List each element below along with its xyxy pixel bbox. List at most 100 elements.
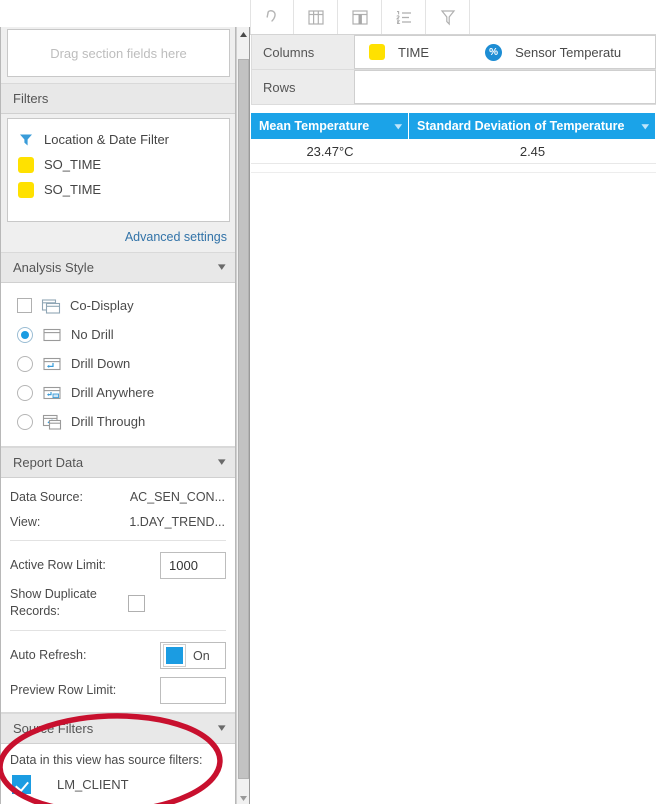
divider [10, 630, 226, 631]
analysis-style-section-header[interactable]: Analysis Style ▾ [1, 253, 235, 283]
caret-up-icon [239, 27, 248, 41]
analysis-option-drill-through[interactable]: Drill Through [1, 407, 235, 436]
data-source-row: Data Source: AC_SEN_CON... [1, 484, 235, 509]
analysis-option-label: Drill Anywhere [71, 385, 155, 400]
radio-unselected-icon[interactable] [17, 413, 33, 430]
funnel-filter-icon [18, 132, 34, 148]
toggle-knob-icon [163, 644, 186, 667]
analysis-style-options: Co-Display No Drill Drill Down Drill Any… [1, 283, 235, 447]
source-filters-body: Data in this view has source filters: LM… [1, 744, 235, 804]
shelf-field-time[interactable]: TIME [355, 36, 443, 68]
left-panel-scrollbar[interactable] [236, 27, 249, 804]
filter-item-so-time-1[interactable]: SO_TIME [8, 152, 229, 177]
show-duplicate-records-checkbox[interactable] [128, 594, 145, 612]
column-panel-icon [350, 8, 370, 26]
divider [10, 540, 226, 541]
chevron-down-icon[interactable]: ▾ [218, 457, 226, 468]
column-view-button[interactable] [338, 0, 382, 34]
rows-shelf-label: Rows [251, 70, 355, 104]
filters-section-title: Filters [13, 91, 49, 106]
report-data-section-header[interactable]: Report Data ▾ [1, 448, 235, 478]
co-display-icon [41, 298, 61, 314]
filters-list: Location & Date Filter SO_TIME SO_TIME [7, 118, 230, 222]
funnel-filter-icon [438, 7, 458, 27]
radio-unselected-icon[interactable] [17, 355, 33, 372]
table-grid-icon [306, 8, 326, 26]
filter-item-so-time-2[interactable]: SO_TIME [8, 177, 229, 202]
result-table: Mean Temperature ▾ Standard Deviation of… [251, 113, 656, 173]
advanced-settings-link[interactable]: Advanced settings [1, 222, 235, 252]
radio-unselected-icon[interactable] [17, 384, 33, 401]
grid-view-button[interactable] [294, 0, 338, 34]
cell-value: 2.45 [519, 143, 546, 159]
scrollbar-thumb[interactable] [238, 59, 249, 779]
source-filter-item-lm-client[interactable]: LM_CLIENT [1, 775, 235, 794]
preview-row-limit-input[interactable] [160, 676, 226, 704]
filters-section-header[interactable]: Filters [1, 84, 235, 114]
chevron-down-icon[interactable]: ▾ [218, 262, 226, 273]
columns-shelf-dropzone[interactable]: TIME % Sensor Temperatu [355, 35, 656, 69]
chevron-down-icon[interactable]: ▾ [218, 723, 226, 734]
auto-refresh-state: On [193, 648, 210, 663]
source-filters-section-header[interactable]: Source Filters ▾ [1, 714, 235, 744]
filter-item-location-date[interactable]: Location & Date Filter [8, 127, 229, 152]
source-filters-note: Data in this view has source filters: [10, 753, 203, 767]
source-filters-section: Source Filters ▾ Data in this view has s… [1, 713, 235, 804]
auto-refresh-toggle[interactable]: On [160, 642, 226, 669]
table-header-row: Mean Temperature ▾ Standard Deviation of… [251, 113, 656, 139]
sort-descending-icon[interactable]: ▾ [395, 121, 402, 132]
percent-metric-icon: % [485, 43, 503, 61]
checkbox-unchecked-icon[interactable] [17, 298, 32, 313]
source-filter-item-label: LM_CLIENT [57, 777, 129, 792]
analysis-option-co-display[interactable]: Co-Display [1, 291, 235, 320]
column-header-stddev-temperature[interactable]: Standard Deviation of Temperature ▾ [409, 113, 656, 139]
list-view-button[interactable] [382, 0, 426, 34]
report-designer-window: Drag section fields here Filters Locatio… [0, 0, 656, 804]
column-header-mean-temperature[interactable]: Mean Temperature ▾ [251, 113, 409, 139]
analysis-option-no-drill[interactable]: No Drill [1, 320, 235, 349]
shelf-field-sensor-temperature[interactable]: % Sensor Temperatu [443, 36, 635, 68]
rows-shelf-dropzone[interactable] [355, 70, 656, 104]
report-canvas: Columns TIME % Sensor Temperatu Rows Mea… [251, 35, 656, 804]
section-fields-dropzone[interactable]: Drag section fields here [7, 29, 230, 77]
checkbox-checked-icon[interactable] [12, 775, 31, 794]
data-source-value: AC_SEN_CON... [129, 489, 225, 504]
table-empty-row [251, 164, 656, 173]
active-row-limit-input[interactable]: 1000 [160, 552, 226, 579]
filter-item-label: SO_TIME [44, 157, 102, 172]
columns-shelf: Columns TIME % Sensor Temperatu [251, 35, 656, 70]
active-row-limit-label: Active Row Limit: [10, 558, 106, 572]
active-row-limit-row: Active Row Limit: 1000 [1, 549, 235, 582]
analysis-style-section: Analysis Style ▾ Co-Display No Drill Dri… [1, 252, 235, 447]
columns-shelf-label: Columns [251, 35, 355, 69]
yellow-swatch-icon [18, 181, 34, 198]
filter-item-label: Location & Date Filter [44, 132, 170, 147]
filter-toolbar-button[interactable] [426, 0, 470, 34]
cell-value: 23.47°C [306, 143, 354, 159]
radio-selected-icon[interactable] [17, 326, 33, 343]
source-filters-section-title: Source Filters [13, 721, 94, 736]
scroll-up-button[interactable] [237, 27, 249, 41]
analysis-option-label: Drill Down [71, 356, 131, 371]
auto-refresh-label: Auto Refresh: [10, 648, 87, 662]
analysis-option-drill-anywhere[interactable]: Drill Anywhere [1, 378, 235, 407]
sort-descending-icon[interactable]: ▾ [642, 121, 649, 132]
analysis-option-drill-down[interactable]: Drill Down [1, 349, 235, 378]
analysis-option-label: Co-Display [70, 298, 134, 313]
active-row-limit-value: 1000 [169, 558, 198, 573]
yellow-swatch-icon [369, 44, 385, 60]
cell-stddev-temperature: 2.45 [409, 139, 656, 163]
left-panel-scroll-content: Drag section fields here Filters Locatio… [0, 27, 236, 804]
undo-button[interactable] [250, 0, 294, 34]
preview-row-limit-label: Preview Row Limit: [10, 682, 117, 697]
preview-row-limit-row: Preview Row Limit: [1, 672, 235, 708]
view-value: 1.DAY_TREND... [129, 514, 225, 529]
view-label: View: [10, 514, 41, 529]
scroll-down-button[interactable] [237, 791, 249, 804]
drill-anywhere-icon [42, 385, 62, 401]
column-header-label: Standard Deviation of Temperature [417, 119, 625, 133]
data-source-label: Data Source: [10, 489, 83, 504]
section-fields-placeholder: Drag section fields here [50, 45, 187, 61]
table-row[interactable]: 23.47°C 2.45 [251, 139, 656, 164]
left-config-panel: Drag section fields here Filters Locatio… [0, 27, 250, 804]
